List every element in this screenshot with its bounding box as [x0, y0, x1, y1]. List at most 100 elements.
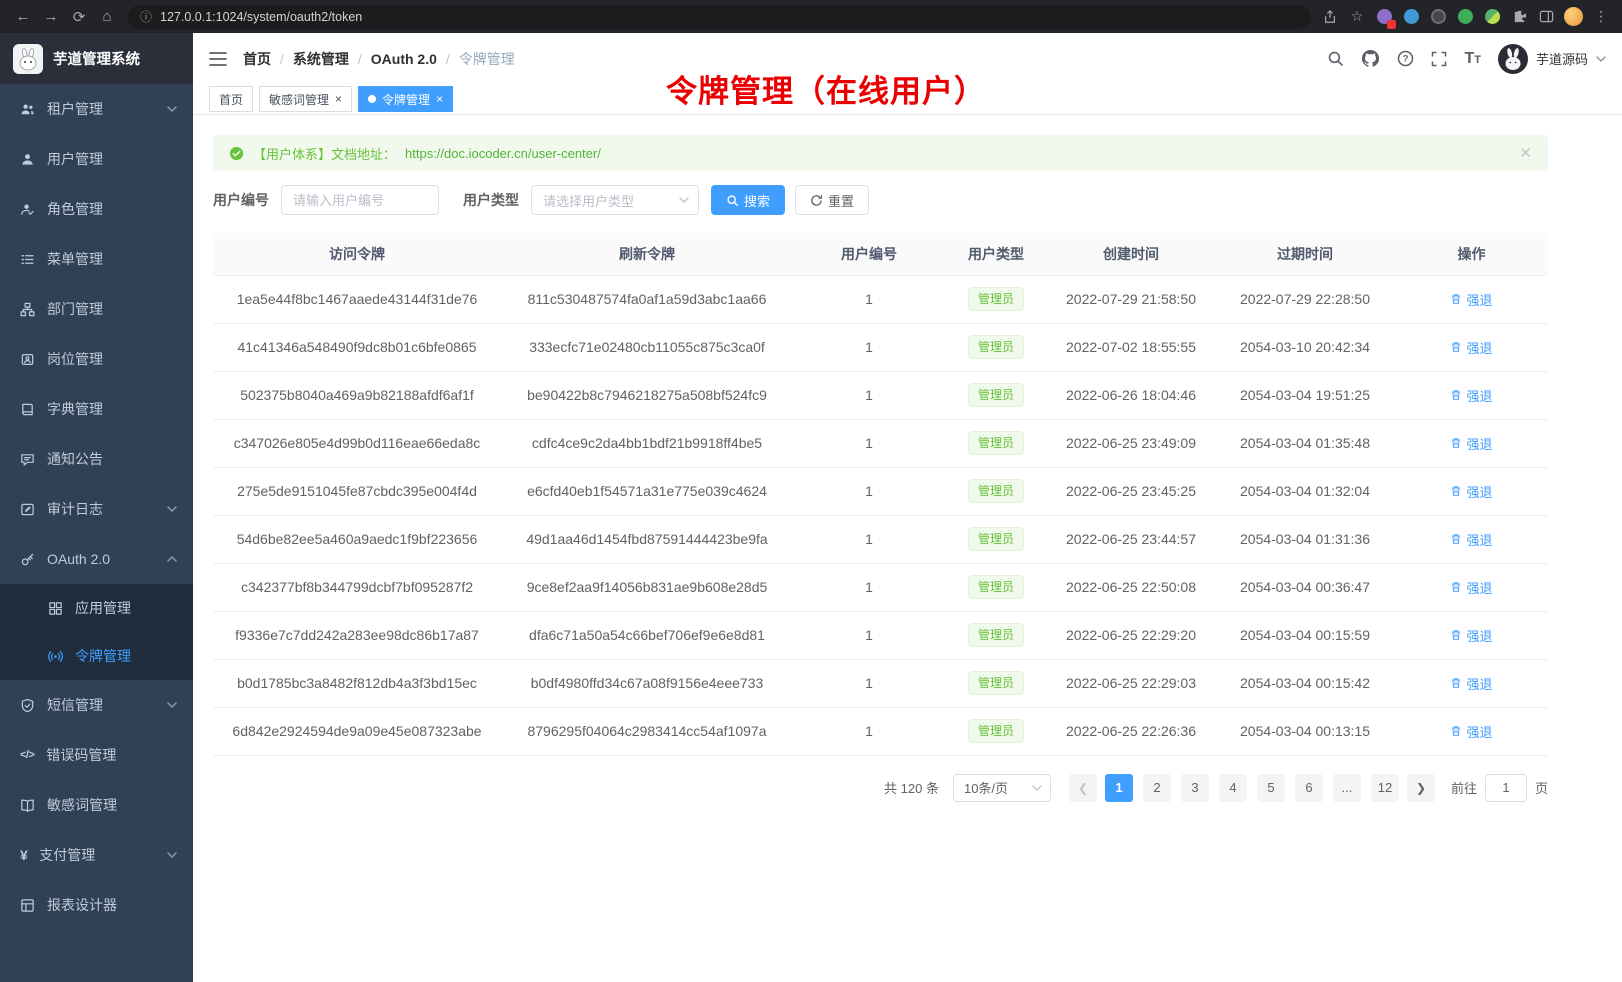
browser-back-icon[interactable]: ← — [10, 5, 36, 29]
force-logout-button[interactable]: 强退 — [1450, 434, 1492, 453]
browser-forward-icon[interactable]: → — [38, 5, 64, 29]
chevron-down-icon — [167, 106, 177, 112]
breadcrumb-item[interactable]: 首页 — [243, 49, 271, 69]
sidebar-item-oauth2-app[interactable]: 应用管理 — [0, 584, 193, 632]
force-logout-button[interactable]: 强退 — [1450, 482, 1492, 501]
force-logout-button[interactable]: 强退 — [1450, 290, 1492, 309]
sidebar-item-notice[interactable]: 通知公告 — [0, 434, 193, 484]
browser-home-icon[interactable]: ⌂ — [94, 5, 120, 29]
sidebar-item-audit-log[interactable]: 审计日志 — [0, 484, 193, 534]
key-icon — [20, 552, 35, 567]
success-check-icon — [229, 146, 244, 161]
table-row: 54d6be82ee5a460a9aedc1f9bf223656 49d1aa4… — [213, 515, 1548, 563]
browser-extension-icon[interactable] — [1402, 8, 1420, 26]
user-id-input[interactable] — [281, 185, 439, 215]
user-type-cell: 管理员 — [945, 515, 1047, 563]
force-logout-button[interactable]: 强退 — [1450, 578, 1492, 597]
sidebar-item-menu[interactable]: 菜单管理 — [0, 234, 193, 284]
force-logout-button[interactable]: 强退 — [1450, 722, 1492, 741]
close-icon[interactable]: ✕ — [1519, 144, 1532, 162]
filter-form: 用户编号 用户类型 请选择用户类型 搜索 重置 — [213, 185, 1548, 215]
refresh-token-cell: cdfc4ce9c2da4bb1bdf21b9918ff4be5 — [501, 419, 793, 467]
reset-button[interactable]: 重置 — [795, 185, 869, 215]
tab-token[interactable]: 令牌管理× — [358, 86, 453, 112]
tab-home[interactable]: 首页 — [209, 86, 253, 112]
app-logo[interactable]: 芋道管理系统 — [0, 33, 193, 84]
browser-extension-icon[interactable] — [1375, 8, 1393, 26]
sidebar-item-oauth2[interactable]: OAuth 2.0 — [0, 534, 193, 584]
browser-profile-avatar[interactable] — [1564, 7, 1583, 26]
prev-page-button[interactable]: ❮ — [1069, 774, 1097, 802]
goto-page-input[interactable] — [1485, 774, 1527, 802]
page-button-6[interactable]: 6 — [1295, 774, 1323, 802]
force-logout-button[interactable]: 强退 — [1450, 530, 1492, 549]
page-ellipsis-button[interactable]: ... — [1333, 774, 1361, 802]
actions-cell: 强退 — [1395, 275, 1548, 323]
delete-icon — [1450, 293, 1462, 305]
close-icon[interactable]: × — [436, 93, 443, 105]
collapse-sidebar-icon[interactable] — [209, 52, 227, 66]
share-icon[interactable] — [1321, 8, 1339, 26]
browser-extension-icon[interactable] — [1456, 8, 1474, 26]
force-logout-button[interactable]: 强退 — [1450, 674, 1492, 693]
chevron-down-icon — [167, 852, 177, 858]
browser-extension-icon[interactable] — [1483, 8, 1501, 26]
fullscreen-icon[interactable] — [1431, 51, 1447, 67]
help-icon[interactable]: ? — [1397, 50, 1414, 67]
access-token-cell: 1ea5e44f8bc1467aaede43144f31de76 — [213, 275, 501, 323]
search-button[interactable]: 搜索 — [711, 185, 785, 215]
user-id-cell: 1 — [793, 275, 945, 323]
sidebar-item-pay[interactable]: ¥ 支付管理 — [0, 830, 193, 880]
sidebar-item-role[interactable]: 角色管理 — [0, 184, 193, 234]
browser-reload-icon[interactable]: ⟳ — [66, 5, 92, 29]
sidebar-item-report[interactable]: 报表设计器 — [0, 880, 193, 930]
page-button-4[interactable]: 4 — [1219, 774, 1247, 802]
page-button-2[interactable]: 2 — [1143, 774, 1171, 802]
page-size-select[interactable]: 10条/页 — [953, 774, 1051, 802]
tab-sensitive-word[interactable]: 敏感词管理× — [259, 86, 352, 112]
actions-cell: 强退 — [1395, 611, 1548, 659]
sidebar-item-post[interactable]: 岗位管理 — [0, 334, 193, 384]
github-icon[interactable] — [1361, 49, 1380, 68]
sidebar-item-dict[interactable]: 字典管理 — [0, 384, 193, 434]
force-logout-button[interactable]: 强退 — [1450, 338, 1492, 357]
pagination: 共 120 条 10条/页 ❮ 123456...12 ❯ 前往 页 — [213, 774, 1548, 802]
sidebar-item-dept[interactable]: 部门管理 — [0, 284, 193, 334]
page-button-5[interactable]: 5 — [1257, 774, 1285, 802]
force-logout-button[interactable]: 强退 — [1450, 386, 1492, 405]
site-info-icon[interactable]: ⓘ — [140, 8, 152, 25]
browser-menu-icon[interactable]: ⋮ — [1592, 8, 1610, 26]
search-icon[interactable] — [1327, 50, 1344, 67]
breadcrumb-item[interactable]: 系统管理 — [293, 49, 349, 69]
browser-extension-icon[interactable] — [1429, 8, 1447, 26]
openbook-icon — [20, 798, 35, 813]
side-panel-icon[interactable] — [1537, 8, 1555, 26]
user-type-cell: 管理员 — [945, 659, 1047, 707]
delete-icon — [1450, 581, 1462, 593]
close-icon[interactable]: × — [335, 93, 342, 105]
page-button-1[interactable]: 1 — [1105, 774, 1133, 802]
breadcrumb-item[interactable]: OAuth 2.0 — [371, 51, 437, 67]
extensions-puzzle-icon[interactable] — [1510, 8, 1528, 26]
extension-dot — [1431, 9, 1446, 24]
next-page-button[interactable]: ❯ — [1407, 774, 1435, 802]
force-logout-button[interactable]: 强退 — [1450, 626, 1492, 645]
sidebar-item-oauth2-token[interactable]: 令牌管理 — [0, 632, 193, 680]
created-time-cell: 2022-07-29 21:58:50 — [1047, 275, 1215, 323]
sidebar-item-tenant[interactable]: 租户管理 — [0, 84, 193, 134]
bookmark-star-icon[interactable]: ☆ — [1348, 8, 1366, 26]
sidebar-item-sensitive-word[interactable]: 敏感词管理 — [0, 780, 193, 830]
user-type-select[interactable]: 请选择用户类型 — [531, 185, 699, 215]
sidebar-item-error-code[interactable]: </> 错误码管理 — [0, 730, 193, 780]
user-menu[interactable]: 芋道源码 — [1498, 44, 1606, 74]
sidebar-item-user[interactable]: 用户管理 — [0, 134, 193, 184]
page-button-12[interactable]: 12 — [1371, 774, 1399, 802]
goto-page: 前往 页 — [1451, 774, 1548, 802]
sidebar-item-sms[interactable]: 短信管理 — [0, 680, 193, 730]
doc-link[interactable]: https://doc.iocoder.cn/user-center/ — [405, 146, 601, 161]
delete-icon — [1450, 533, 1462, 545]
page-button-3[interactable]: 3 — [1181, 774, 1209, 802]
user-type-tag: 管理员 — [968, 575, 1024, 599]
font-size-icon[interactable]: TT — [1464, 50, 1481, 68]
address-bar[interactable]: ⓘ 127.0.0.1:1024/system/oauth2/token — [128, 5, 1311, 29]
